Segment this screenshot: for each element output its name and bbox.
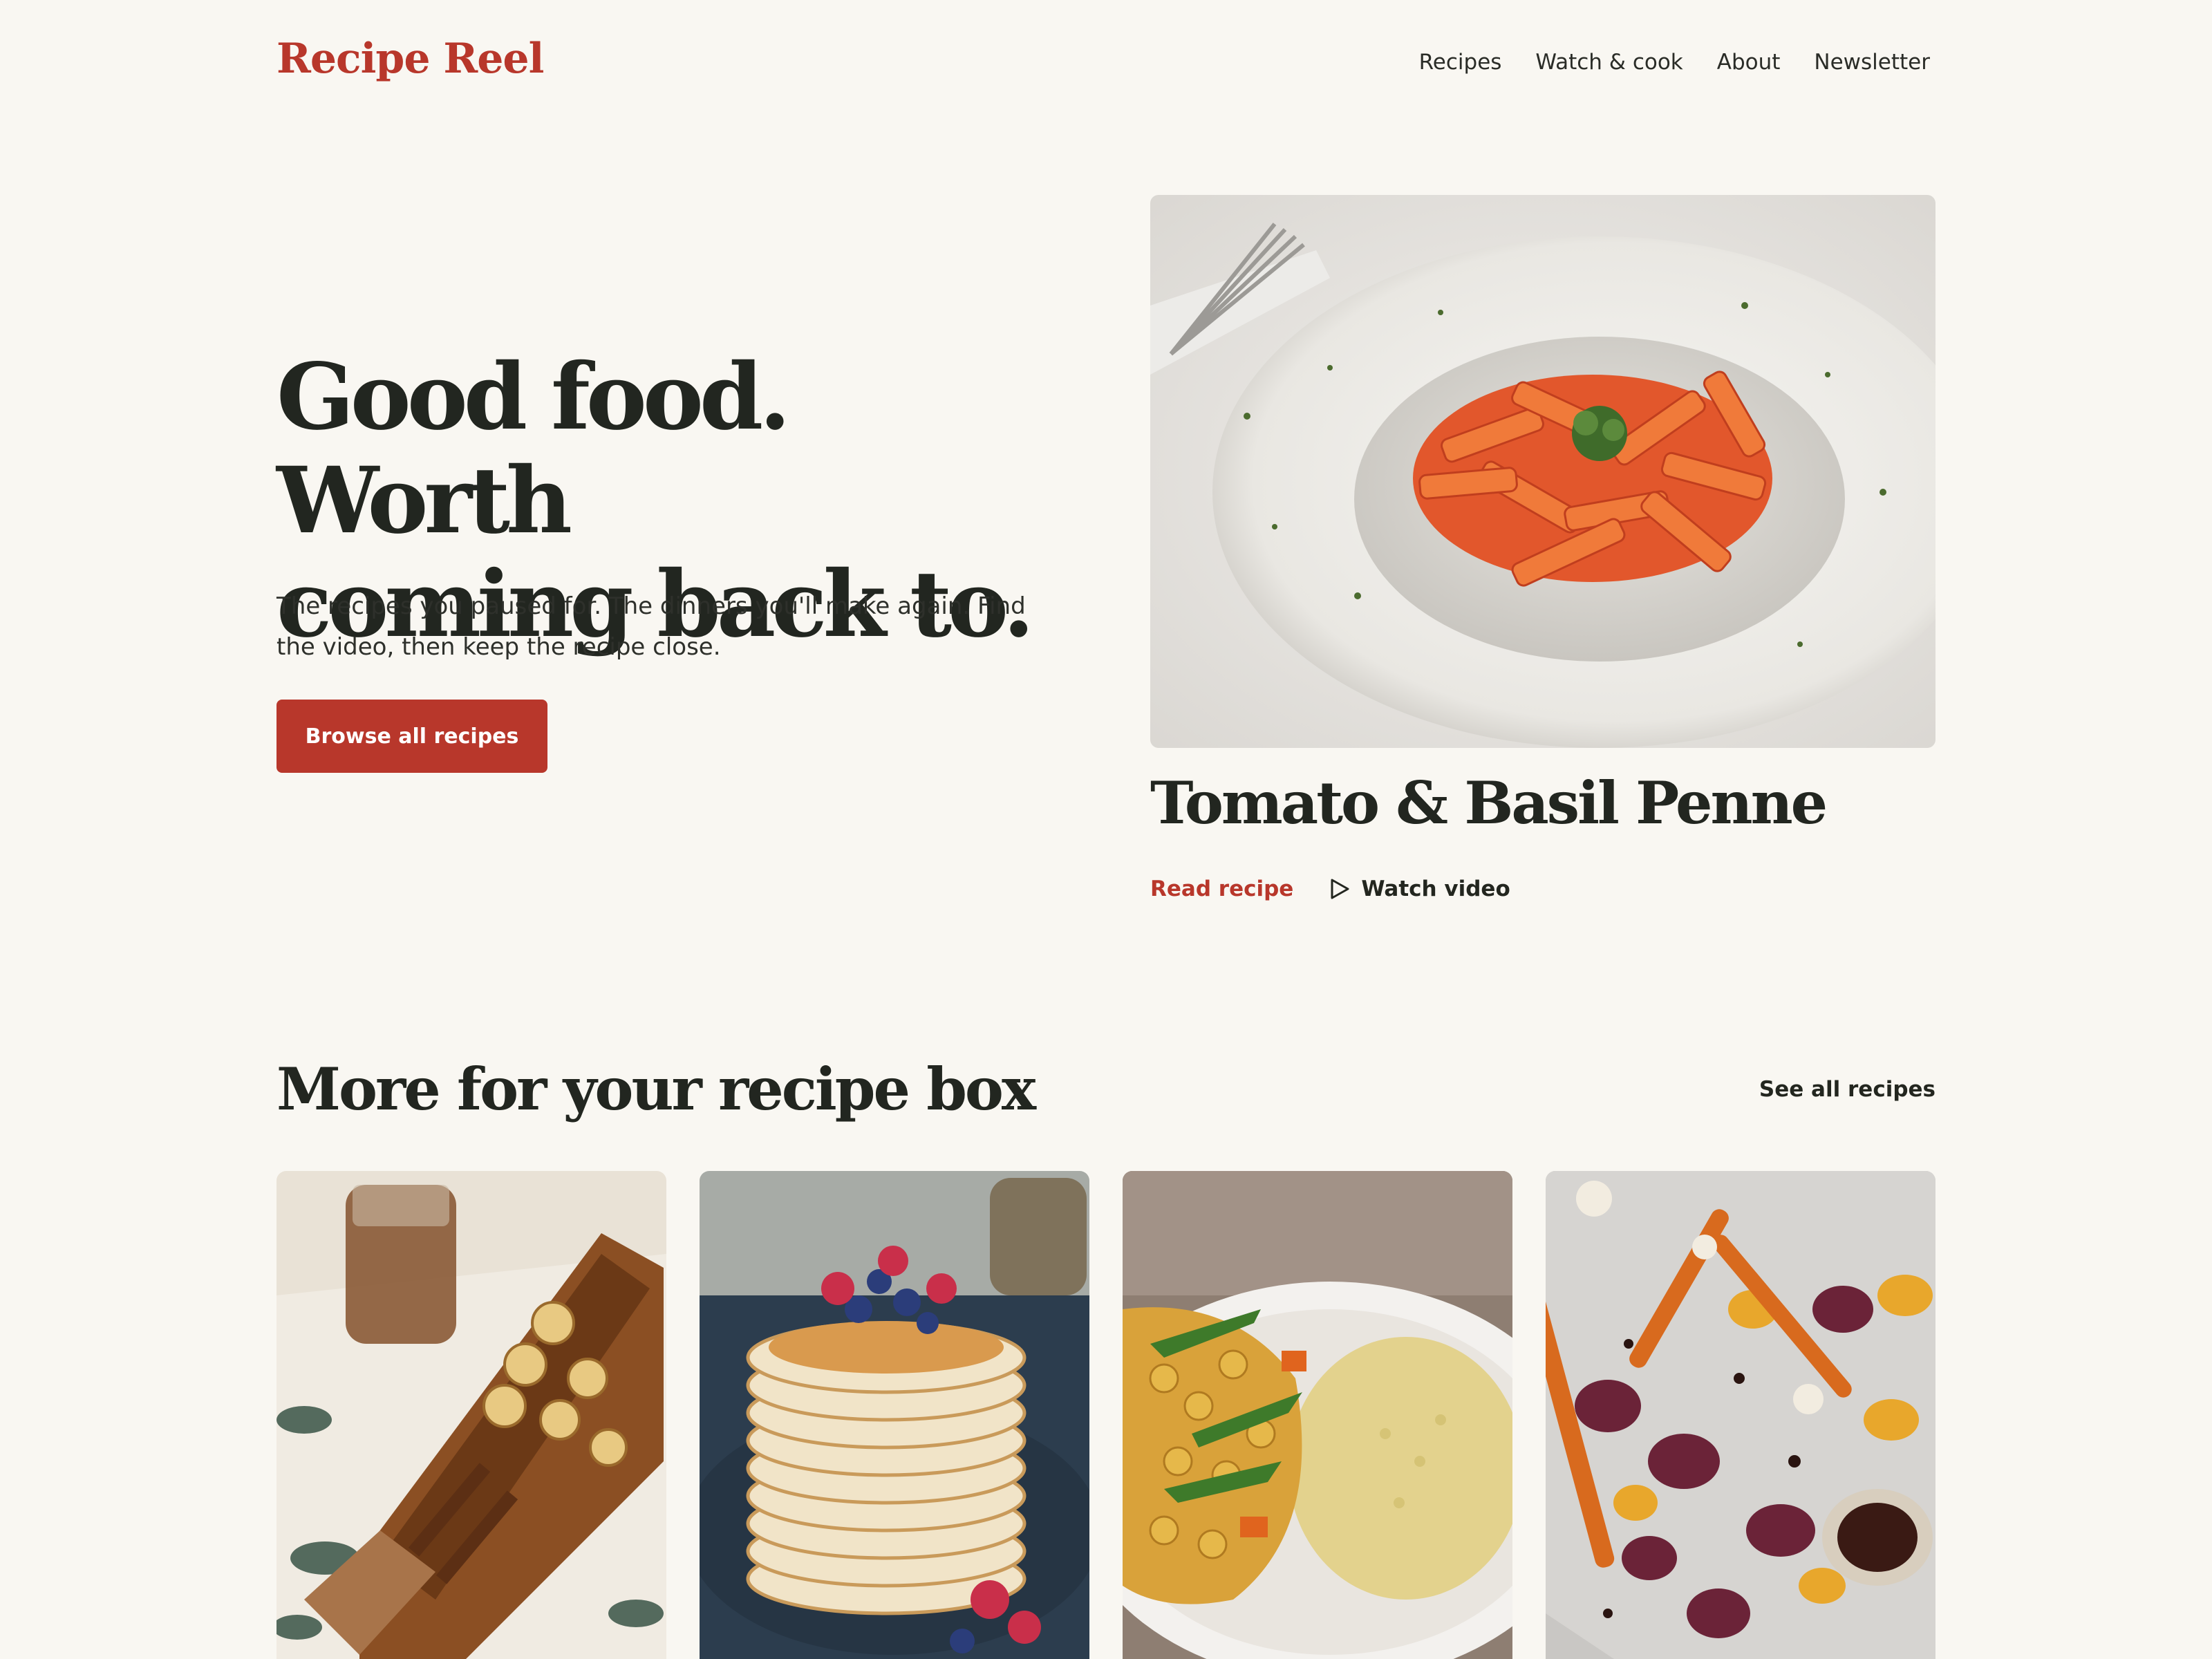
featured-recipe-actions: Read recipe Watch video xyxy=(1150,877,1510,901)
chickpea-couscous-photo-icon xyxy=(1123,1171,1512,1659)
brand-logo[interactable]: Recipe Reel xyxy=(276,35,544,83)
nav-watch-and-cook[interactable]: Watch & cook xyxy=(1535,50,1683,75)
nav-recipes[interactable]: Recipes xyxy=(1419,50,1502,75)
watch-video-label: Watch video xyxy=(1361,877,1510,901)
recipe-card[interactable] xyxy=(1123,1171,1512,1659)
browse-all-recipes-button[interactable]: Browse all recipes xyxy=(276,700,547,773)
recipe-card[interactable] xyxy=(276,1171,666,1659)
play-icon xyxy=(1331,879,1349,899)
read-recipe-link[interactable]: Read recipe xyxy=(1150,877,1293,901)
pasta-photo-icon xyxy=(1150,195,1936,748)
hero-subtitle: The recipes you paused for. The dinners … xyxy=(276,592,1026,661)
nav-about[interactable]: About xyxy=(1717,50,1781,75)
recipe-card[interactable] xyxy=(700,1171,1089,1659)
pancakes-photo-icon xyxy=(700,1171,1089,1659)
nav-newsletter[interactable]: Newsletter xyxy=(1814,50,1930,75)
main-nav: Recipes Watch & cook About Newsletter xyxy=(1419,50,1930,75)
watch-video-button[interactable]: Watch video xyxy=(1329,877,1510,901)
section-title: More for your recipe box xyxy=(276,1055,1036,1123)
see-all-recipes-link[interactable]: See all recipes xyxy=(1759,1077,1936,1102)
banana-bread-photo-icon xyxy=(276,1171,666,1659)
hero-title-line1: Good food. Worth xyxy=(276,344,791,554)
roasted-vegetables-photo-icon xyxy=(1546,1171,1936,1659)
featured-recipe-image[interactable] xyxy=(1150,195,1936,748)
featured-recipe-title[interactable]: Tomato & Basil Penne xyxy=(1150,769,1828,837)
recipe-cards xyxy=(276,1171,1936,1659)
recipe-card[interactable] xyxy=(1546,1171,1936,1659)
